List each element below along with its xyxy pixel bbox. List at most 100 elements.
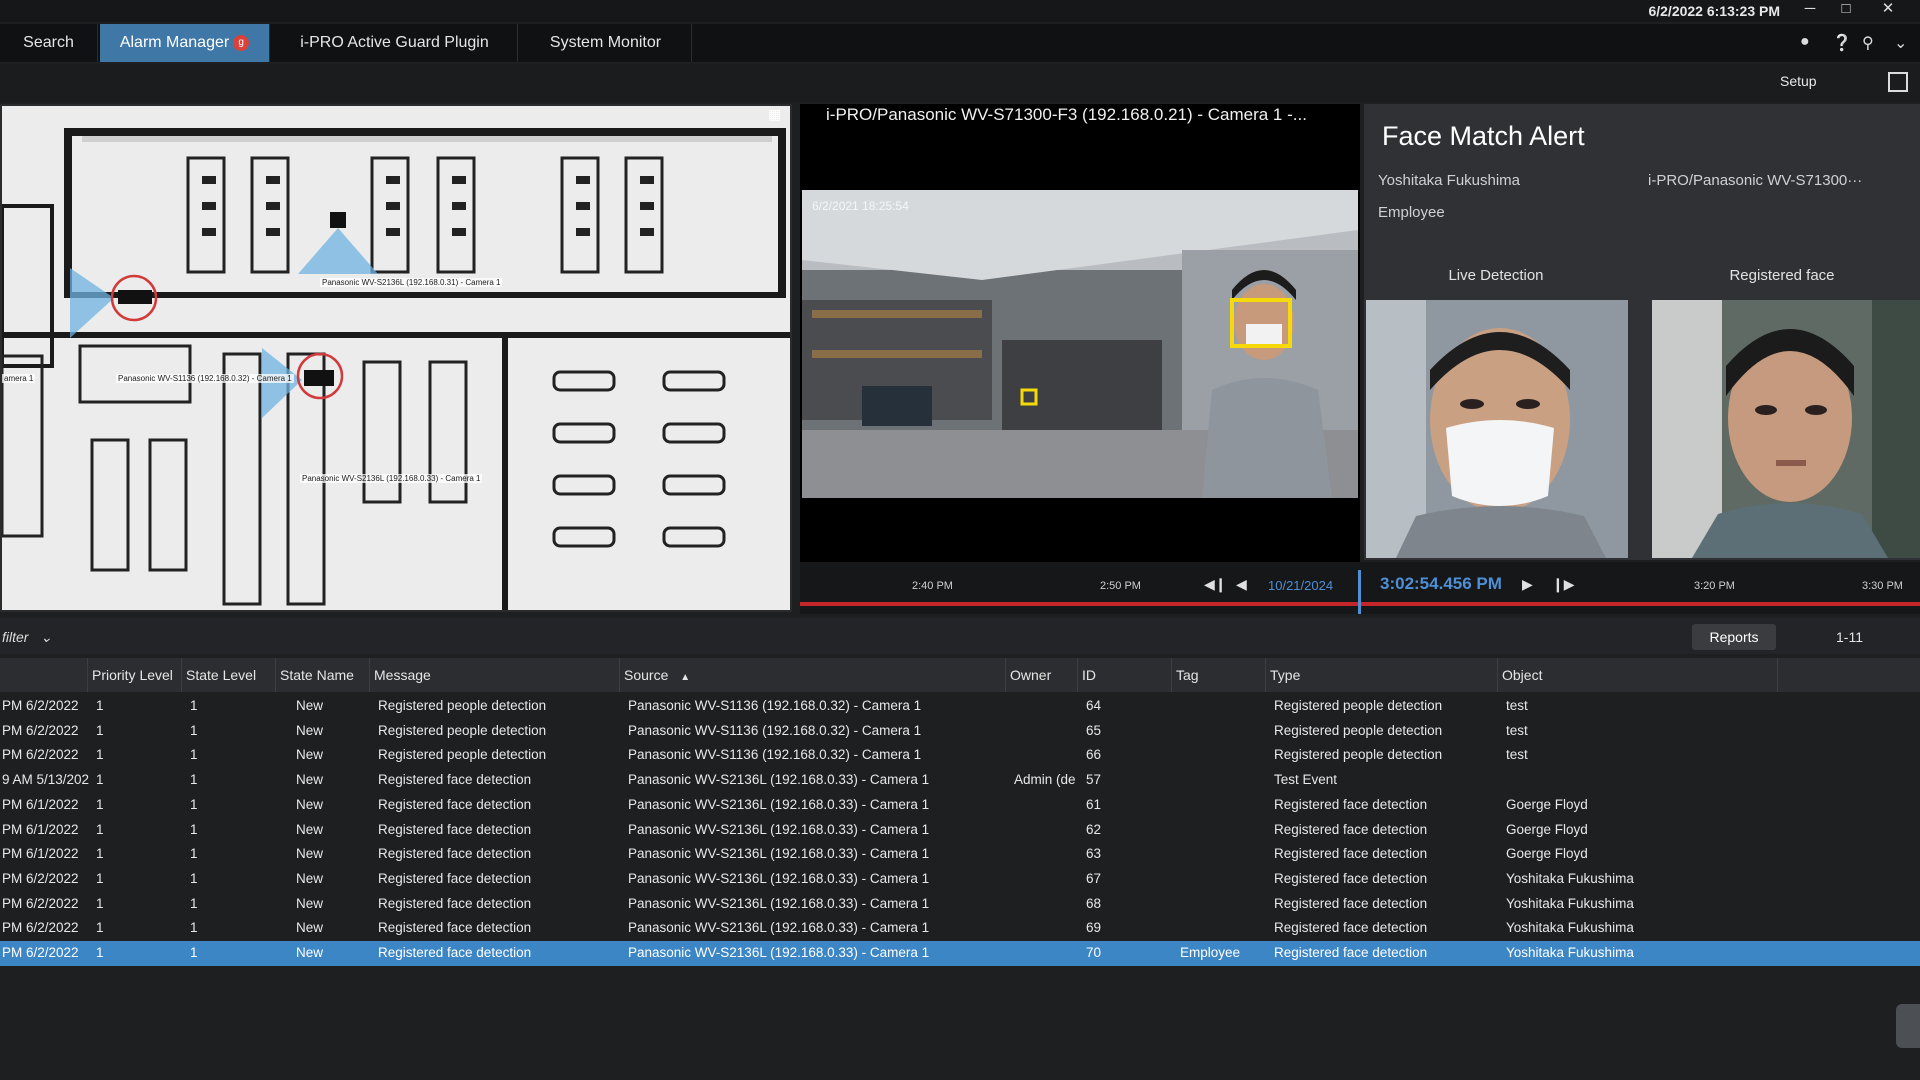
column-header[interactable]: ID [1078,658,1172,692]
table-cell: 61 [1086,796,1102,812]
table-row[interactable]: 9 AM 5/13/202 1 1 New Registered face detect… [0,768,1920,793]
camera-label[interactable]: Panasonic WV-S2136L (192.168.0.33) - Cam… [300,474,483,483]
tab-alarm-manager[interactable]: Alarm Manager g [100,24,270,62]
table-cell: Panasonic WV-S1136 (192.168.0.32) - Came… [628,747,922,763]
table-cell: New [296,945,324,960]
table-cell: Yoshitaka Fukushima [1506,895,1634,911]
table-cell: Registered face detection [1274,920,1428,936]
skip-back-icon[interactable]: ◀❙ [1204,576,1227,593]
play-reverse-icon[interactable]: ◀ [1236,576,1247,593]
table-cell: 62 [1086,821,1102,837]
table-row[interactable]: PM 6/2/2022 1 1 New Registered face detectio… [0,916,1920,941]
table-row[interactable]: PM 6/1/2022 1 1 New Registered face detectio… [0,818,1920,843]
table-cell: PM 6/2/2022 [2,747,79,763]
reports-button[interactable]: Reports [1692,624,1776,650]
tab-system-monitor[interactable]: System Monitor [520,24,692,62]
table-cell: 1 [96,895,104,911]
column-header[interactable]: State Level [182,658,276,692]
table-cell: Panasonic WV-S2136L (192.168.0.33) - Cam… [628,796,930,812]
column-header[interactable]: Owner [1006,658,1078,692]
table-cell: Panasonic WV-S1136 (192.168.0.32) - Came… [628,722,922,738]
camera-video-frame[interactable] [802,190,1358,498]
maximize-icon[interactable]: □ [1828,0,1864,20]
table-row[interactable]: PM 6/2/2022 1 1 New Registered face detectio… [0,867,1920,892]
table-cell: 67 [1086,870,1102,886]
table-cell: Registered face detection [378,945,532,960]
table-cell: New [296,920,324,936]
chevron-down-icon[interactable]: ⌄ [1894,33,1907,53]
column-header[interactable]: Priority Level [88,658,182,692]
table-cell: New [296,722,324,738]
table-cell: 1 [190,772,198,788]
timeline-tick: 2:50 PM [1100,580,1141,592]
chevron-down-icon: ⌄ [40,629,53,645]
table-cell: Panasonic WV-S2136L (192.168.0.33) - Cam… [628,821,930,837]
filter-label: filter [2,629,29,645]
table-cell: 1 [96,920,104,936]
floor-map[interactable]: Panasonic WV-S2136L (192.168.0.31) - Cam… [0,104,792,612]
table-cell: Registered face detection [378,821,532,837]
column-header[interactable]: Source ▲ [620,658,1006,692]
pin-icon[interactable]: ⚲ [1862,33,1874,53]
table-cell: New [296,895,324,911]
table-cell: PM 6/2/2022 [2,895,79,911]
timeline-playhead[interactable] [1358,570,1361,614]
table-cell: 1 [96,821,104,837]
video-timestamp-overlay: 6/2/2021 18:25:54 [812,199,909,213]
filter-dropdown[interactable]: filter ⌄ [2,629,52,646]
help-icon[interactable]: ❔ [1832,33,1852,53]
camera-label[interactable]: amera 1 [2,374,36,383]
result-range: 1-11 [1836,629,1863,645]
column-header[interactable]: Message [370,658,620,692]
camera-label[interactable]: Panasonic WV-S2136L (192.168.0.31) - Cam… [320,278,503,287]
connection-icon[interactable]: ● [1800,33,1810,51]
table-cell: Registered face detection [1274,870,1428,886]
table-cell: 1 [190,722,198,738]
table-cell: Panasonic WV-S2136L (192.168.0.33) - Cam… [628,772,930,788]
table-cell: Registered people detection [1274,698,1443,713]
fullscreen-icon[interactable] [1888,72,1908,92]
table-cell: test [1506,722,1528,738]
table-row[interactable]: PM 6/2/2022 1 1 New Registered face detectio… [0,892,1920,917]
camera-label[interactable]: Panasonic WV-S1136 (192.168.0.32) - Came… [116,374,294,383]
table-row[interactable]: PM 6/2/2022 1 1 New Registered people detect… [0,719,1920,744]
table-row[interactable]: PM 6/1/2022 1 1 New Registered face detectio… [0,842,1920,867]
map-layout-icon[interactable]: ▦ [768,106,781,123]
table-row[interactable]: PM 6/2/2022 1 1 New Registered people detect… [0,694,1920,719]
tab-search[interactable]: Search [0,24,98,62]
table-row[interactable]: PM 6/1/2022 1 1 New Registered face detectio… [0,793,1920,818]
table-cell: 1 [96,722,104,738]
table-cell: 1 [96,796,104,812]
live-detection-image [1366,300,1628,558]
table-cell: Panasonic WV-S2136L (192.168.0.33) - Cam… [628,945,930,960]
column-header[interactable]: Object [1498,658,1778,692]
table-cell: 9 AM 5/13/202 [2,772,90,788]
table-cell: Goerge Floyd [1506,846,1588,862]
table-cell: Registered face detection [378,796,532,812]
camera-scene [802,190,1358,498]
column-header[interactable]: Type [1266,658,1498,692]
skip-forward-icon[interactable]: ❙▶ [1552,576,1575,593]
tab-active-guard[interactable]: i-PRO Active Guard Plugin [272,24,518,62]
table-cell: PM 6/2/2022 [2,870,79,886]
column-header[interactable] [0,658,88,692]
minimize-icon[interactable]: ─ [1792,0,1828,20]
table-row[interactable]: PM 6/2/2022 1 1 New Registered people detect… [0,743,1920,768]
timeline-date[interactable]: 10/21/2024 [1268,578,1333,593]
table-cell: Yoshitaka Fukushima [1506,945,1634,960]
table-cell: 57 [1086,772,1102,788]
column-header[interactable]: State Name [276,658,370,692]
table-cell: Registered face detection [378,846,532,862]
table-row[interactable]: PM 6/2/2022 1 1 New Registered face detectio… [0,941,1920,966]
table-cell: Registered face detection [378,772,532,788]
table-cell: 1 [96,870,104,886]
table-cell: 68 [1086,895,1102,911]
side-panel-handle[interactable] [1896,1004,1920,1048]
play-icon[interactable]: ▶ [1522,576,1533,593]
table-cell: Panasonic WV-S2136L (192.168.0.33) - Cam… [628,846,930,862]
table-cell: 1 [190,846,198,862]
tab-label: Search [23,34,74,51]
close-icon[interactable]: ✕ [1870,0,1906,20]
column-header[interactable]: Tag [1172,658,1266,692]
setup-button[interactable]: Setup [1780,73,1817,89]
